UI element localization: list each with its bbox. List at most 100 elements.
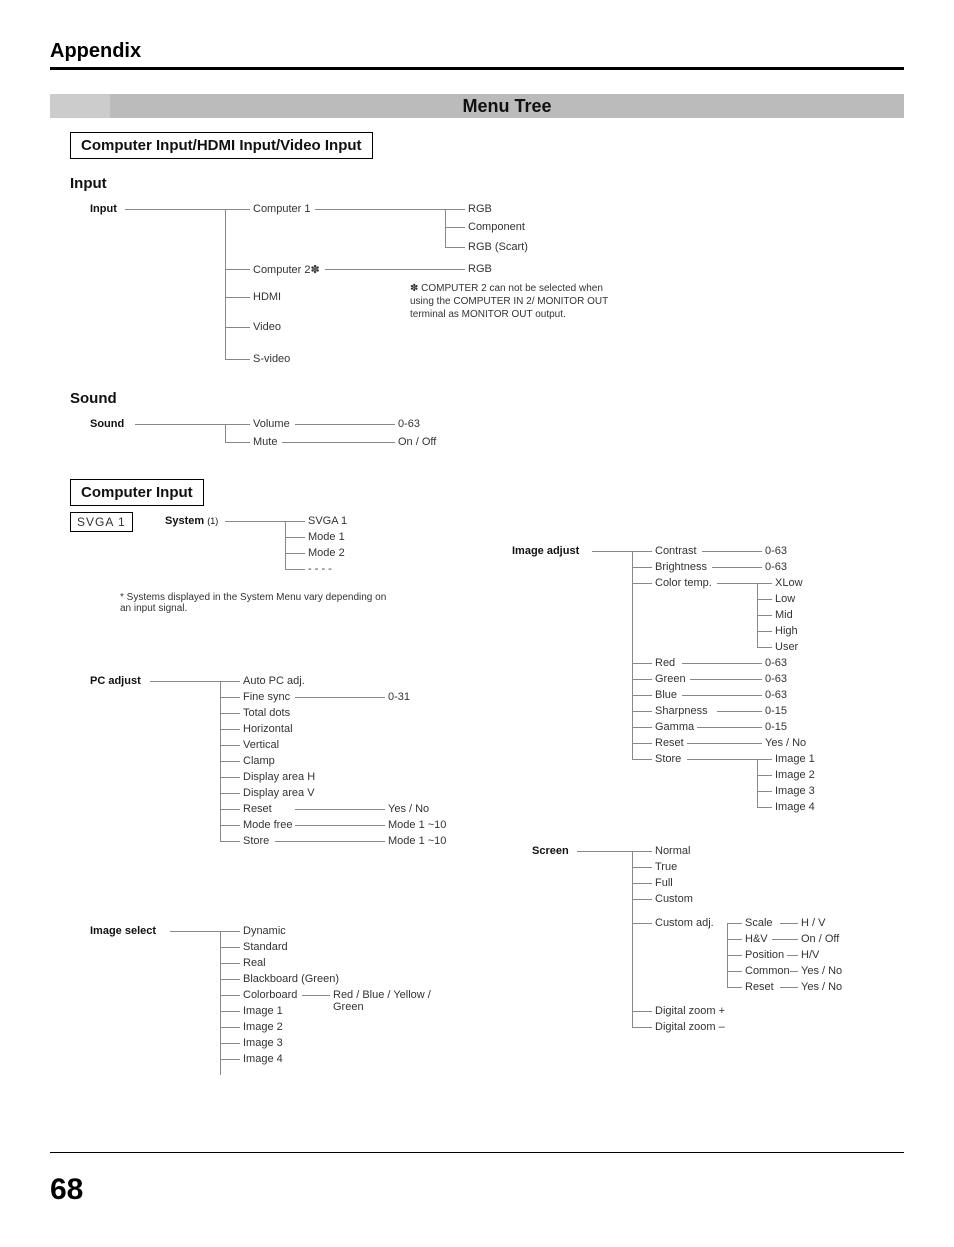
mute-label: Mute [253, 436, 277, 448]
ia-red-range: 0-63 [765, 657, 787, 669]
system-svga1: SVGA 1 [308, 515, 347, 527]
screen-full: Full [655, 877, 673, 889]
ia-brightness: Brightness [655, 561, 707, 573]
ia-red: Red [655, 657, 675, 669]
system-label: System (1) [165, 515, 218, 527]
input-title: Input [70, 175, 904, 192]
ia-sharp: Sharpness [655, 705, 708, 717]
input-root: Input [90, 203, 117, 215]
screen-common: Common [745, 965, 790, 977]
c1-rgb: RGB [468, 203, 492, 215]
pc-fine: Fine sync [243, 691, 290, 703]
ia-contrast: Contrast [655, 545, 697, 557]
screen-reset-opts: Yes / No [801, 981, 842, 993]
sound-root: Sound [90, 418, 124, 430]
ia-contrast-range: 0-63 [765, 545, 787, 557]
ia-colortemp: Color temp. [655, 577, 712, 589]
ia-blue-range: 0-63 [765, 689, 787, 701]
computer1-label: Computer 1 [253, 203, 310, 215]
pc-horiz: Horizontal [243, 723, 293, 735]
system-mode1: Mode 1 [308, 531, 345, 543]
screen-dzminus: Digital zoom – [655, 1021, 725, 1033]
ia-store-img3: Image 3 [775, 785, 815, 797]
pc-fine-range: 0-31 [388, 691, 410, 703]
pc-store-range: Mode 1 ~10 [388, 835, 446, 847]
svideo-label: S-video [253, 353, 290, 365]
system-footnote: * Systems displayed in the System Menu v… [120, 592, 400, 614]
svga-box: SVGA 1 [70, 512, 133, 532]
screen-position: Position [745, 949, 784, 961]
is-img1: Image 1 [243, 1005, 283, 1017]
is-colorboard-opts: Red / Blue / Yellow / Green [333, 989, 462, 1013]
pc-modefree-range: Mode 1 ~10 [388, 819, 446, 831]
ia-green: Green [655, 673, 686, 685]
is-img2: Image 2 [243, 1021, 283, 1033]
screen-position-opts: H/V [801, 949, 819, 961]
pc-dispv: Display area V [243, 787, 315, 799]
is-dynamic: Dynamic [243, 925, 286, 937]
ia-reset: Reset [655, 737, 684, 749]
screen-dzplus: Digital zoom + [655, 1005, 725, 1017]
pc-total: Total dots [243, 707, 290, 719]
ia-ct-user: User [775, 641, 798, 653]
is-standard: Standard [243, 941, 288, 953]
screen-scale: Scale [745, 917, 773, 929]
screen-true: True [655, 861, 677, 873]
section-input-types: Computer Input/HDMI Input/Video Input [70, 132, 373, 159]
pc-auto: Auto PC adj. [243, 675, 305, 687]
volume-range: 0-63 [398, 418, 420, 430]
ia-ct-xlow: XLow [775, 577, 803, 589]
c2-rgb: RGB [468, 263, 492, 275]
ia-brightness-range: 0-63 [765, 561, 787, 573]
pc-adjust-label: PC adjust [90, 675, 141, 687]
ia-blue: Blue [655, 689, 677, 701]
c1-rgbscart: RGB (Scart) [468, 241, 528, 253]
title-bar-label: Menu Tree [110, 94, 904, 118]
ia-green-range: 0-63 [765, 673, 787, 685]
c1-component: Component [468, 221, 525, 233]
ia-ct-mid: Mid [775, 609, 793, 621]
pc-disph: Display area H [243, 771, 315, 783]
is-colorboard: Colorboard [243, 989, 297, 1001]
screen-normal: Normal [655, 845, 690, 857]
ia-store-img1: Image 1 [775, 753, 815, 765]
image-adjust-label: Image adjust [512, 545, 579, 557]
screen-custom: Custom [655, 893, 693, 905]
ia-store-img4: Image 4 [775, 801, 815, 813]
screen-label: Screen [532, 845, 569, 857]
volume-label: Volume [253, 418, 290, 430]
ia-sharp-range: 0-15 [765, 705, 787, 717]
screen-hv-opts: On / Off [801, 933, 839, 945]
image-select-label: Image select [90, 925, 156, 937]
video-label: Video [253, 321, 281, 333]
sound-tree: Sound Volume 0-63 Mute On / Off [70, 415, 904, 465]
appendix-heading: Appendix [50, 40, 904, 70]
mute-opts: On / Off [398, 436, 436, 448]
screen-common-opts: Yes / No [801, 965, 842, 977]
ia-ct-low: Low [775, 593, 795, 605]
ia-ct-high: High [775, 625, 798, 637]
ia-store-img2: Image 2 [775, 769, 815, 781]
input-tree: Input Computer 1 RGB Component RGB (Scar… [70, 200, 904, 380]
is-blackboard: Blackboard (Green) [243, 973, 339, 985]
title-bar-spacer [50, 94, 110, 118]
sound-title: Sound [70, 390, 904, 407]
pc-clamp: Clamp [243, 755, 275, 767]
pc-reset: Reset [243, 803, 272, 815]
computer2-note: ✽ COMPUTER 2 can not be selected when us… [410, 282, 610, 321]
system-mode2: Mode 2 [308, 547, 345, 559]
computer2-label: Computer 2✽ [253, 263, 320, 276]
title-bar: Menu Tree [50, 94, 904, 118]
screen-hv: H&V [745, 933, 768, 945]
ia-reset-opts: Yes / No [765, 737, 806, 749]
is-img3: Image 3 [243, 1037, 283, 1049]
ia-store: Store [655, 753, 681, 765]
screen-reset: Reset [745, 981, 774, 993]
screen-scale-opts: H / V [801, 917, 825, 929]
pc-modefree: Mode free [243, 819, 293, 831]
ia-gamma-range: 0-15 [765, 721, 787, 733]
hdmi-label: HDMI [253, 291, 281, 303]
pc-vert: Vertical [243, 739, 279, 751]
pc-store: Store [243, 835, 269, 847]
section-computer-input: Computer Input [70, 479, 204, 506]
